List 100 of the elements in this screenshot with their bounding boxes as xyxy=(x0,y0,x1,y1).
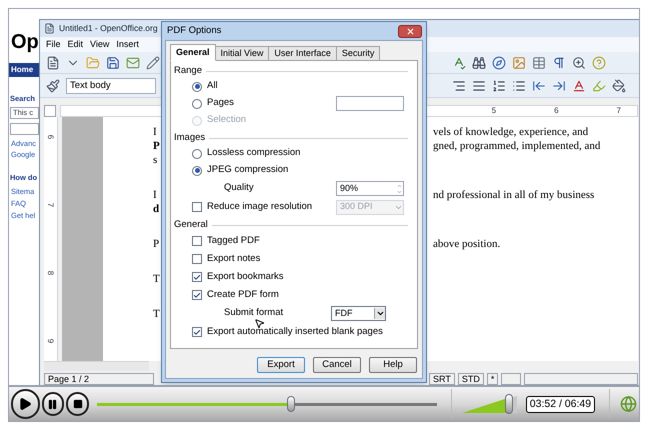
pause-icon xyxy=(47,398,58,410)
volume-handle[interactable] xyxy=(505,394,514,414)
radio-label: Pages xyxy=(207,96,234,110)
text-line: vels of knowledge, experience, and xyxy=(433,125,588,139)
field-label: Quality xyxy=(224,181,254,196)
document-icon xyxy=(44,23,55,34)
radio-button[interactable] xyxy=(192,82,202,92)
spellcheck-icon[interactable] xyxy=(452,56,466,70)
table-icon[interactable] xyxy=(532,56,546,70)
pilcrow-icon[interactable] xyxy=(552,56,566,70)
time-display: 03:52 / 06:49 xyxy=(526,396,596,412)
font-color-icon[interactable] xyxy=(572,78,586,92)
text-field[interactable] xyxy=(10,123,39,136)
section-heading: Range xyxy=(174,64,202,78)
text-line: T xyxy=(153,307,161,321)
ruler-number: 7 xyxy=(46,202,56,208)
paragraph-style-field[interactable]: Text body xyxy=(66,78,156,94)
radio-label: Selection xyxy=(207,113,246,128)
checkbox[interactable] xyxy=(192,236,202,246)
progress-handle[interactable] xyxy=(286,396,295,412)
checkbox[interactable] xyxy=(192,254,202,264)
dialog-title: PDF Options xyxy=(167,24,222,38)
dialog-button[interactable]: Export xyxy=(257,357,305,373)
checkbox[interactable] xyxy=(192,272,202,282)
section-heading: Images xyxy=(174,130,206,145)
radio-button[interactable] xyxy=(192,148,202,158)
styles-icon[interactable] xyxy=(46,78,60,92)
checkbox-label: Export bookmarks xyxy=(207,270,284,284)
checkbox-label: Create PDF form xyxy=(207,288,279,302)
stop-icon xyxy=(72,399,83,409)
dialog-button[interactable]: Cancel xyxy=(313,357,361,373)
radio-label: All xyxy=(207,79,218,94)
menu-item[interactable]: Edit xyxy=(68,38,84,52)
edit-icon[interactable] xyxy=(146,56,160,70)
binoculars-icon[interactable] xyxy=(472,56,486,70)
radio-button[interactable] xyxy=(192,98,202,108)
text-line: I xyxy=(153,125,158,139)
numbered-list-icon[interactable] xyxy=(492,78,506,92)
field-label: Submit format xyxy=(224,306,284,320)
checkbox-label: Tagged PDF xyxy=(207,234,260,248)
status-field: SRT xyxy=(429,372,455,384)
gallery-icon[interactable] xyxy=(512,56,526,70)
progress-slider[interactable] xyxy=(97,396,437,412)
text-line: d xyxy=(153,202,160,216)
text-line: s xyxy=(153,153,158,167)
paint-bucket-icon[interactable] xyxy=(612,78,626,92)
text-line: P xyxy=(153,139,161,153)
ruler-number: 8 xyxy=(46,270,56,276)
ruler-number: 9 xyxy=(46,338,56,344)
text-line: above position. xyxy=(433,237,500,251)
horizontal-scrollbar[interactable] xyxy=(44,361,149,371)
increase-indent-icon[interactable] xyxy=(552,78,566,92)
text-line: P xyxy=(153,237,160,251)
menu-item[interactable]: View xyxy=(90,38,110,52)
close-icon xyxy=(406,26,414,36)
new-document-icon[interactable] xyxy=(46,56,60,70)
align-justify-icon[interactable] xyxy=(472,78,486,92)
tab[interactable]: Security xyxy=(336,46,380,61)
status-field: Page 1 / 2 xyxy=(44,372,154,384)
menu-item[interactable]: File xyxy=(46,38,61,52)
ruler-number: 5 xyxy=(492,104,496,116)
zoom-icon[interactable] xyxy=(572,56,586,70)
nav-bar[interactable]: Home xyxy=(9,63,39,77)
play-button[interactable] xyxy=(11,389,40,419)
ruler-number: 6 xyxy=(46,134,56,140)
status-field: * xyxy=(486,372,498,384)
pages-field[interactable] xyxy=(336,96,404,111)
checkbox-label: Reduce image resolution xyxy=(207,200,312,214)
radio-label: Lossless compression xyxy=(207,146,300,160)
tab[interactable]: User Interface xyxy=(268,46,337,61)
globe-icon[interactable] xyxy=(620,395,637,413)
section-heading: General xyxy=(174,218,208,232)
align-right-icon[interactable] xyxy=(452,78,466,92)
status-field: STD xyxy=(458,372,484,384)
checkbox[interactable] xyxy=(192,290,202,300)
save-icon[interactable] xyxy=(106,56,120,70)
play-icon xyxy=(18,397,32,411)
checkbox[interactable] xyxy=(192,327,202,337)
text-line: nd professional in all of my business xyxy=(433,188,594,202)
dialog-button[interactable]: Help xyxy=(369,357,417,373)
tab[interactable]: General xyxy=(170,44,216,61)
text-line: gned, programmed, implemented, and xyxy=(433,139,600,153)
mouse-cursor-icon xyxy=(254,318,265,329)
menu-item[interactable]: Insert xyxy=(116,38,139,52)
text-line: T xyxy=(153,272,161,286)
mail-icon[interactable] xyxy=(126,56,140,70)
quality-spin-field[interactable]: 90% xyxy=(336,181,404,196)
compass-icon[interactable] xyxy=(492,56,506,70)
text-line: I xyxy=(153,188,158,202)
stop-button[interactable] xyxy=(66,392,90,416)
radio-button[interactable] xyxy=(192,166,202,176)
ruler-number: 7 xyxy=(616,104,621,116)
radio-label: JPEG compression xyxy=(207,163,288,178)
window-title: Untitled1 - OpenOffice.org xyxy=(59,22,158,35)
format-select[interactable]: FDF xyxy=(331,306,386,321)
tab-stop-selector[interactable] xyxy=(44,104,56,116)
close-button[interactable] xyxy=(398,24,422,38)
decrease-indent-icon[interactable] xyxy=(532,78,546,92)
ruler-number: 6 xyxy=(554,104,559,116)
pause-button[interactable] xyxy=(42,392,64,416)
